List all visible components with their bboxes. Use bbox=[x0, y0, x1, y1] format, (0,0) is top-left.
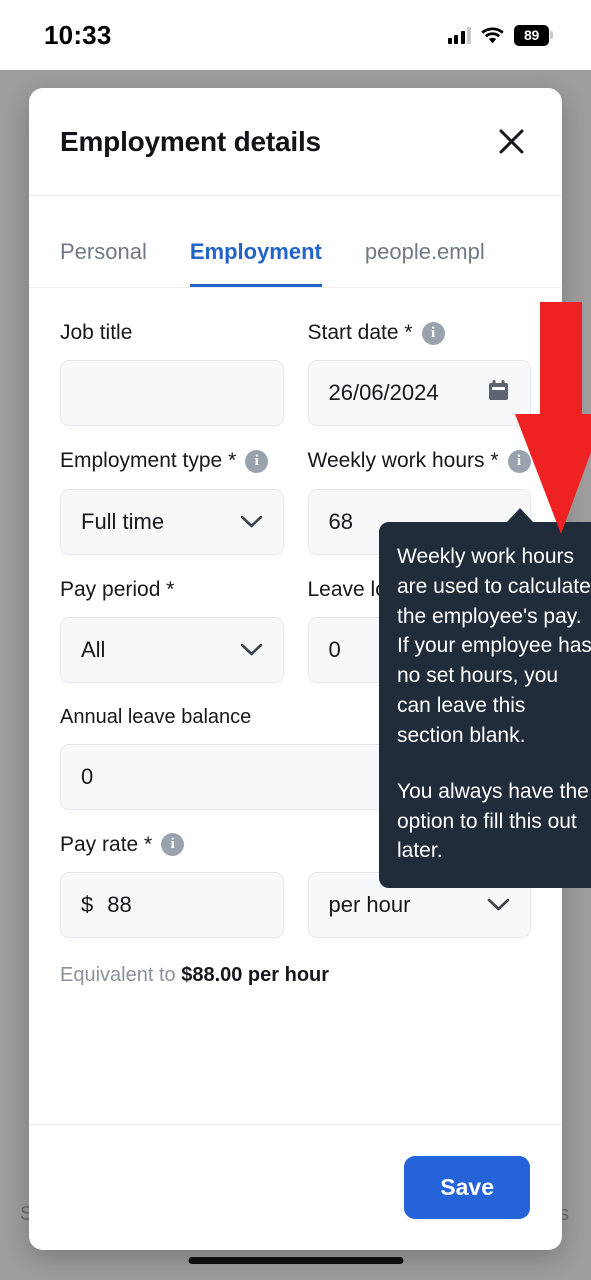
job-title-input[interactable] bbox=[60, 360, 284, 427]
calendar-icon[interactable] bbox=[487, 379, 510, 408]
pay-rate-value: 88 bbox=[107, 892, 132, 917]
pay-period-select[interactable]: All bbox=[60, 616, 284, 683]
phone-screen: 10:33 89 S s Employment details Personal… bbox=[0, 0, 591, 1280]
chevron-down-icon[interactable] bbox=[240, 509, 263, 535]
job-title-label-text: Job title bbox=[60, 321, 133, 344]
employment-type-value: Full time bbox=[81, 508, 165, 534]
weekly-work-hours-label-text: Weekly work hours * bbox=[307, 449, 499, 473]
weekly-work-hours-label: Weekly work hours * i bbox=[308, 448, 532, 474]
form-row-1: Job title Start date * i 26/06/2024 bbox=[60, 320, 532, 427]
job-title-label: Job title bbox=[60, 320, 284, 346]
red-down-arrow-annotation bbox=[510, 302, 591, 539]
wifi-icon bbox=[481, 27, 504, 44]
info-icon[interactable]: i bbox=[421, 321, 445, 345]
start-date-input[interactable]: 26/06/2024 bbox=[307, 360, 531, 427]
battery-level: 89 bbox=[524, 27, 539, 43]
tab-people-employment[interactable]: people.empl bbox=[365, 239, 485, 287]
page-title: Employment details bbox=[60, 125, 321, 157]
tab-employment[interactable]: Employment bbox=[189, 239, 322, 287]
pay-period-value: All bbox=[81, 636, 106, 662]
pay-period-label-text: Pay period * bbox=[60, 577, 175, 601]
weekly-work-hours-tooltip: Weekly work hours are used to calculate … bbox=[379, 522, 591, 889]
tooltip-paragraph-1: Weekly work hours are used to calculate … bbox=[397, 545, 591, 747]
start-date-label-text: Start date * bbox=[307, 321, 413, 344]
equivalent-note-value: $88.00 per hour bbox=[181, 964, 330, 986]
field-group-start-date: Start date * i 26/06/2024 bbox=[307, 320, 532, 427]
battery-icon: 89 bbox=[514, 24, 553, 46]
status-icons: 89 bbox=[447, 24, 553, 46]
info-icon[interactable]: i bbox=[161, 833, 185, 857]
status-bar: 10:33 89 bbox=[0, 0, 591, 70]
pay-rate-label: Pay rate * i bbox=[60, 832, 284, 858]
save-button[interactable]: Save bbox=[404, 1156, 530, 1219]
start-date-value: 26/06/2024 bbox=[328, 380, 439, 406]
close-icon[interactable] bbox=[492, 123, 530, 161]
field-group-employment-type: Employment type * i Full time bbox=[60, 448, 284, 555]
equivalent-note-prefix: Equivalent to bbox=[60, 964, 182, 986]
leave-loading-label-text: Leave lo bbox=[307, 577, 387, 601]
field-group-pay-period: Pay period * All bbox=[60, 577, 284, 683]
tooltip-paragraph-2: You always have the option to fill this … bbox=[397, 779, 589, 863]
chevron-down-icon[interactable] bbox=[240, 637, 263, 663]
field-group-pay-rate: Pay rate * i $ 88 bbox=[60, 832, 284, 938]
status-time: 10:33 bbox=[44, 19, 112, 50]
pay-rate-input[interactable]: $ 88 bbox=[60, 872, 284, 938]
pay-rate-label-text: Pay rate * bbox=[60, 832, 153, 856]
cellular-signal-icon bbox=[447, 26, 471, 44]
modal-tabs: Personal Employment people.empl bbox=[29, 196, 562, 288]
employment-type-label-text: Employment type * bbox=[60, 449, 237, 473]
modal-footer: Save bbox=[29, 1124, 562, 1250]
tab-personal[interactable]: Personal bbox=[60, 239, 147, 287]
employment-type-select[interactable]: Full time bbox=[60, 488, 284, 555]
home-indicator bbox=[188, 1257, 403, 1264]
annual-leave-balance-label-text: Annual leave balance bbox=[60, 705, 252, 728]
field-group-job-title: Job title bbox=[60, 320, 284, 427]
pay-rate-unit-value: per hour bbox=[328, 892, 411, 917]
modal-header: Employment details bbox=[29, 88, 562, 196]
start-date-label: Start date * i bbox=[308, 320, 532, 346]
currency-symbol: $ bbox=[81, 892, 94, 917]
info-icon[interactable]: i bbox=[245, 449, 269, 473]
employment-type-label: Employment type * i bbox=[60, 448, 284, 474]
chevron-down-icon[interactable] bbox=[487, 892, 510, 918]
equivalent-note: Equivalent to $88.00 per hour bbox=[60, 964, 531, 987]
pay-period-label: Pay period * bbox=[60, 577, 284, 603]
